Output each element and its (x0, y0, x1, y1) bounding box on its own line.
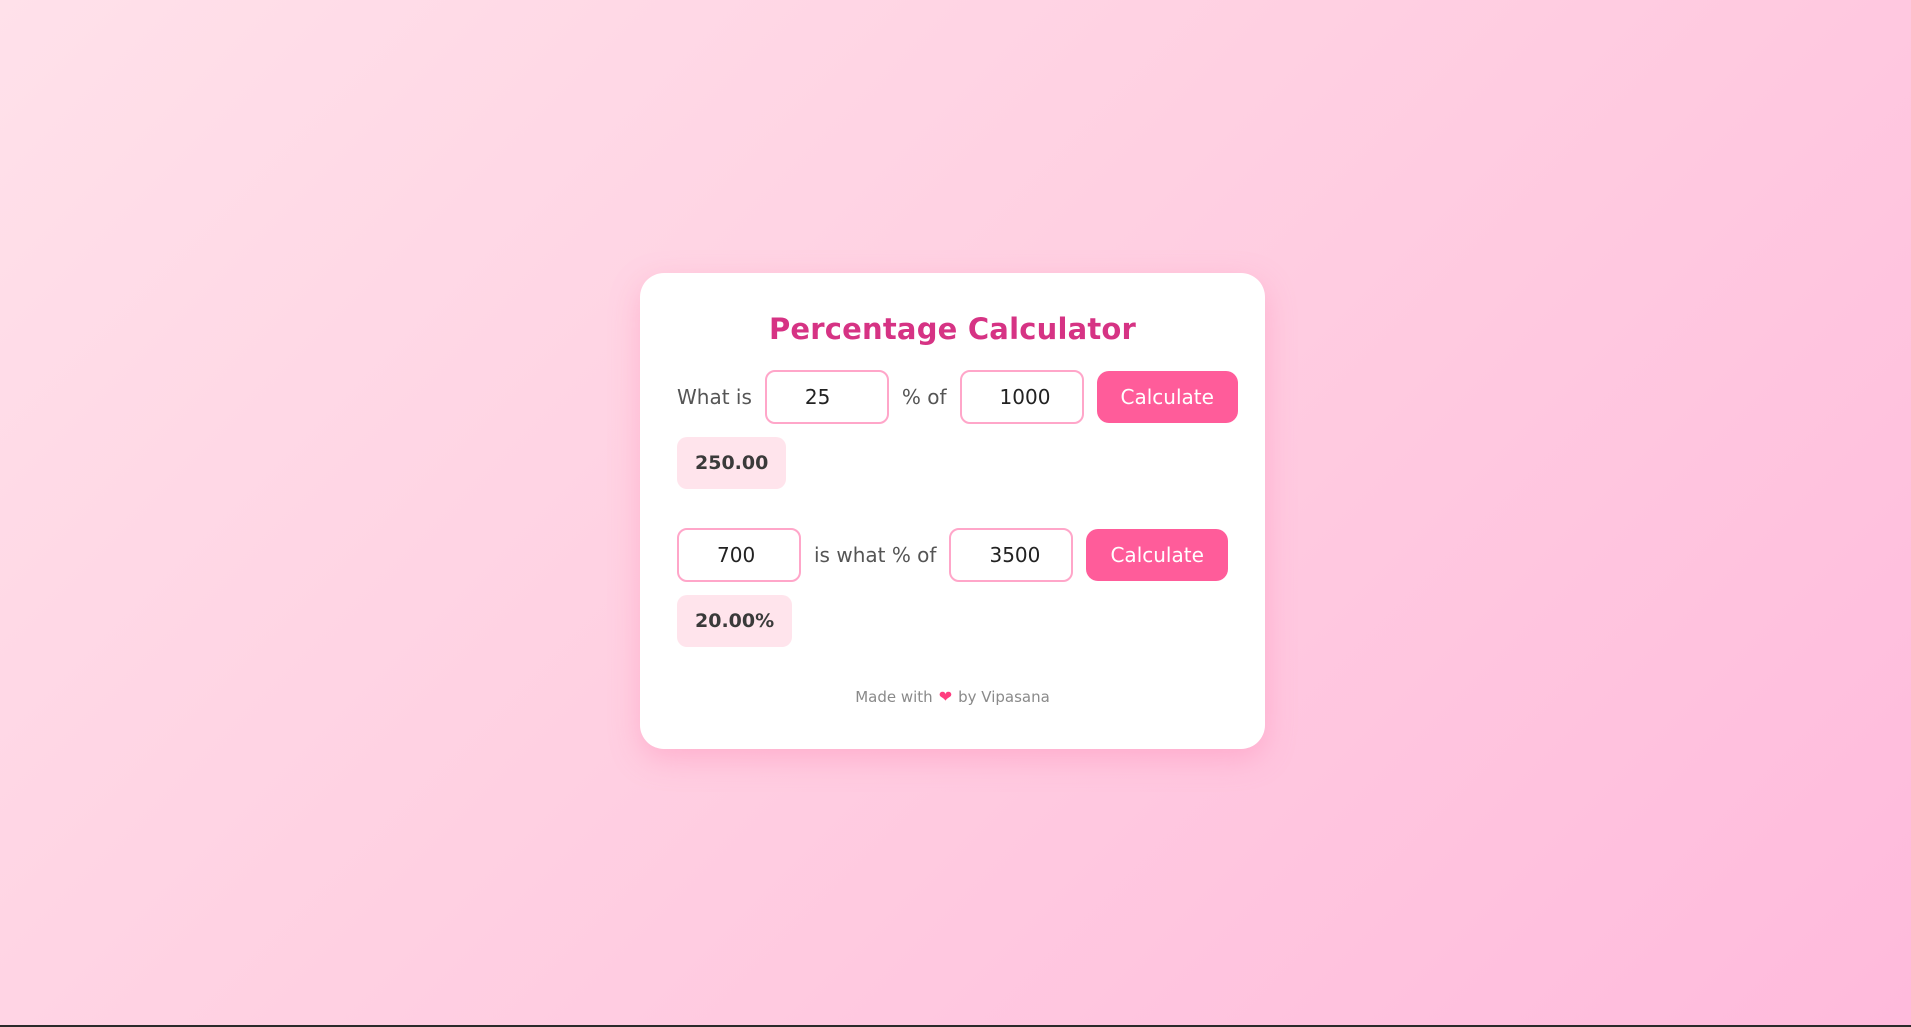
percent-of-row: What is % of Calculate (677, 369, 1238, 425)
base-number-input[interactable] (959, 370, 1084, 424)
is-what-percent-label: is what % of (814, 543, 937, 567)
percent-input[interactable] (764, 370, 889, 424)
footer-made-with: Made with (855, 688, 933, 706)
footer-credit: Made with ❤ by Vipasana (677, 687, 1228, 706)
calculate-ratio-button[interactable]: Calculate (1086, 529, 1228, 581)
percent-of-label: % of (901, 385, 947, 409)
footer-author: by Vipasana (958, 688, 1050, 706)
whole-number-input[interactable] (949, 528, 1074, 582)
calculator-card: Percentage Calculator What is % of Calcu… (640, 273, 1265, 749)
calculate-percent-button[interactable]: Calculate (1096, 371, 1238, 423)
what-is-label: What is (677, 385, 752, 409)
heart-icon: ❤ (938, 687, 953, 706)
part-number-input[interactable] (677, 528, 801, 582)
page-title: Percentage Calculator (768, 312, 1137, 346)
what-percent-result: 20.00% (677, 595, 793, 647)
what-percent-row: is what % of Calculate (677, 527, 1228, 583)
percent-of-result: 250.00 (677, 437, 787, 489)
